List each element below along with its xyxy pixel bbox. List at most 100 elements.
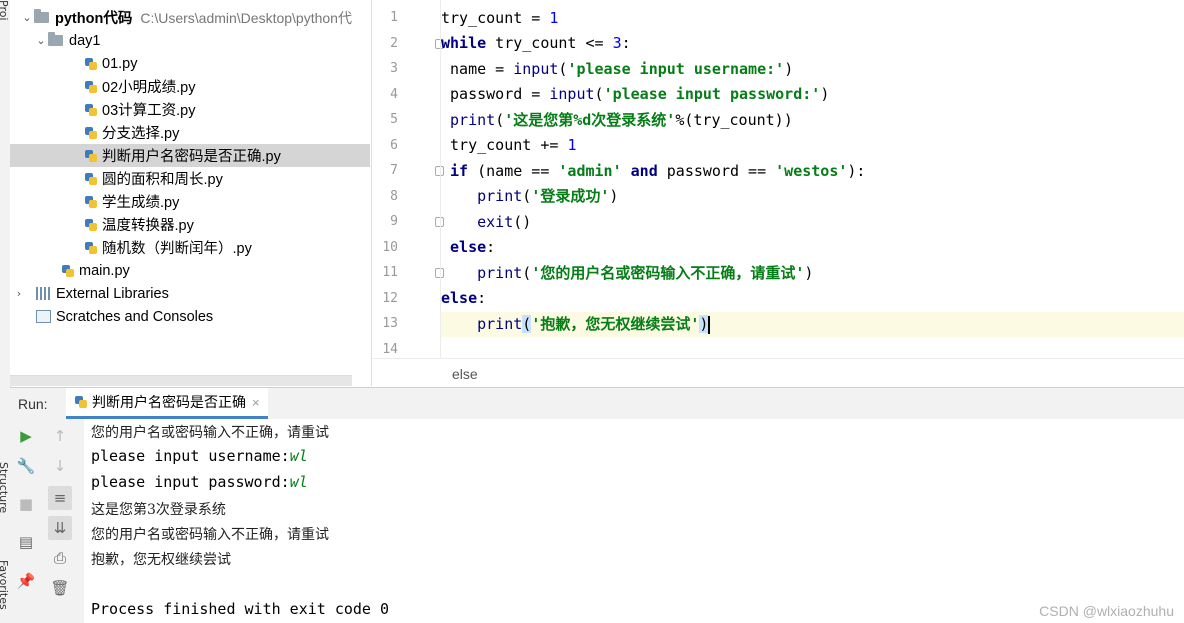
line-number: 3 bbox=[390, 61, 398, 76]
line-gutter: 1 2 3 4 5 6 7 8 9 10 11 12 13 14 bbox=[372, 0, 444, 358]
breadcrumb[interactable]: else bbox=[452, 366, 478, 382]
file-name: 学生成绩.py bbox=[102, 195, 180, 211]
tree-file[interactable]: 02小明成绩.py bbox=[10, 75, 370, 98]
code-area[interactable]: try_count = 1 while try_count <= 3: name… bbox=[441, 0, 1184, 358]
close-icon[interactable]: × bbox=[252, 395, 260, 410]
code-line: try_count = 1 bbox=[441, 9, 559, 27]
line-number: 2 bbox=[390, 36, 398, 51]
arrow-down-icon[interactable]: ↓ bbox=[48, 454, 72, 478]
code-line: password = input('please input password:… bbox=[441, 85, 830, 103]
tree-file[interactable]: 圆的面积和周长.py bbox=[10, 167, 370, 190]
folder-icon bbox=[48, 32, 63, 46]
stop-icon[interactable]: ■ bbox=[14, 492, 38, 516]
soft-wrap-icon[interactable]: ≡ bbox=[48, 486, 72, 510]
console-line: 您的用户名或密码输入不正确，请重试 bbox=[91, 425, 329, 441]
wrench-icon[interactable]: 🔧 bbox=[14, 454, 38, 478]
console-line: please input username:wl bbox=[91, 447, 308, 465]
process-finished-line: Process finished with exit code 0 bbox=[91, 600, 390, 618]
watermark: CSDN @wlxiaozhuhu bbox=[1039, 603, 1174, 619]
line-number: 4 bbox=[390, 87, 398, 102]
tree-file-selected[interactable]: 判断用户名密码是否正确.py bbox=[10, 144, 370, 167]
project-tool-tab[interactable]: Proj bbox=[0, 0, 10, 21]
chevron-right-icon[interactable]: › bbox=[12, 287, 26, 300]
code-line: if (name == 'admin' and password == 'wes… bbox=[450, 162, 866, 180]
tree-file[interactable]: 03计算工资.py bbox=[10, 98, 370, 121]
tree-scratches[interactable]: Scratches and Consoles bbox=[10, 305, 370, 328]
tree-root[interactable]: ⌄ python代码 C:\Users\admin\Desktop\python… bbox=[10, 6, 370, 29]
line-number: 7 bbox=[390, 163, 398, 178]
line-number: 10 bbox=[382, 240, 398, 255]
console-line: 您的用户名或密码输入不正确，请重试 bbox=[91, 527, 329, 543]
console-line: please input password:wl bbox=[91, 473, 308, 491]
line-number: 14 bbox=[382, 342, 398, 357]
code-line: while try_count <= 3: bbox=[441, 34, 631, 52]
scroll-to-end-icon[interactable]: ⇊ bbox=[48, 516, 72, 540]
trash-icon[interactable]: 🗑 bbox=[48, 576, 72, 600]
console-line: 抱歉，您无权继续尝试 bbox=[91, 552, 231, 568]
console-prompt: please input username: bbox=[91, 447, 290, 465]
project-tree: ⌄ python代码 C:\Users\admin\Desktop\python… bbox=[10, 0, 370, 386]
tree-external-libraries[interactable]: › External Libraries bbox=[10, 282, 370, 305]
console-user-input: wl bbox=[289, 473, 308, 491]
console-prompt: please input password: bbox=[91, 473, 290, 491]
favorites-tool-tab[interactable]: Favorites bbox=[0, 560, 10, 610]
tree-file-main[interactable]: main.py bbox=[10, 259, 370, 282]
python-file-icon bbox=[84, 241, 98, 255]
python-file-icon bbox=[61, 264, 75, 278]
python-file-icon bbox=[84, 103, 98, 117]
python-icon bbox=[74, 395, 88, 409]
breadcrumb-bar: else bbox=[372, 358, 1184, 387]
code-line: name = input('please input username:') bbox=[441, 60, 794, 78]
code-line: print('这是您第%d次登录系统'%(try_count)) bbox=[450, 111, 793, 129]
horizontal-scrollbar[interactable] bbox=[10, 375, 352, 386]
run-label: Run: bbox=[18, 396, 48, 412]
tree-file[interactable]: 随机数（判断闰年）.py bbox=[10, 236, 370, 259]
line-number: 11 bbox=[382, 265, 398, 280]
tree-folder-day1[interactable]: ⌄ day1 bbox=[10, 29, 370, 52]
structure-tool-tab[interactable]: Structure bbox=[0, 462, 10, 513]
tree-file[interactable]: 温度转换器.py bbox=[10, 213, 370, 236]
root-folder-name: python代码 bbox=[55, 11, 133, 27]
file-name: 03计算工资.py bbox=[102, 103, 196, 119]
tree-file[interactable]: 分支选择.py bbox=[10, 121, 370, 144]
file-name: main.py bbox=[79, 262, 130, 279]
code-line: else: bbox=[450, 238, 496, 256]
console-user-input: wl bbox=[289, 447, 308, 465]
line-number: 5 bbox=[390, 112, 398, 127]
python-file-icon bbox=[84, 126, 98, 140]
line-number: 6 bbox=[390, 138, 398, 153]
root-folder-path: C:\Users\admin\Desktop\python代 bbox=[140, 9, 352, 26]
rerun-icon[interactable]: ▶ bbox=[14, 424, 38, 448]
code-line: try_count += 1 bbox=[441, 136, 577, 154]
layout-icon[interactable]: ▤ bbox=[14, 530, 38, 554]
python-file-icon bbox=[84, 80, 98, 94]
code-editor[interactable]: 1 2 3 4 5 6 7 8 9 10 11 12 13 14 try_cou… bbox=[371, 0, 1184, 387]
tree-file[interactable]: 01.py bbox=[10, 52, 370, 75]
line-number: 1 bbox=[390, 10, 398, 25]
file-name: 温度转换器.py bbox=[102, 218, 194, 234]
arrow-up-icon[interactable]: ↑ bbox=[48, 424, 72, 448]
run-tab[interactable]: 判断用户名密码是否正确 × bbox=[66, 388, 268, 419]
code-line: exit() bbox=[477, 213, 532, 231]
code-line: print('登录成功') bbox=[477, 187, 619, 205]
run-panel-header: Run: 判断用户名密码是否正确 × bbox=[10, 387, 1184, 420]
line-number: 8 bbox=[390, 189, 398, 204]
file-name: 02小明成绩.py bbox=[102, 80, 196, 96]
folder-name: day1 bbox=[69, 32, 101, 49]
print-icon[interactable]: ⎙ bbox=[48, 546, 72, 570]
file-name: 随机数（判断闰年）.py bbox=[102, 241, 252, 257]
code-line: print('您的用户名或密码输入不正确，请重试') bbox=[477, 264, 814, 282]
file-name: 圆的面积和周长.py bbox=[102, 172, 223, 188]
chevron-down-icon[interactable]: ⌄ bbox=[20, 11, 34, 24]
python-file-icon bbox=[84, 195, 98, 209]
console-line: 这是您第3次登录系统 bbox=[91, 502, 226, 518]
console-output[interactable]: 您的用户名或密码输入不正确，请重试 please input username:… bbox=[84, 419, 1184, 623]
file-name: 判断用户名密码是否正确.py bbox=[102, 149, 281, 165]
file-name: 分支选择.py bbox=[102, 126, 180, 142]
python-file-icon bbox=[84, 172, 98, 186]
code-line-current: print('抱歉，您无权继续尝试') bbox=[441, 312, 1184, 337]
tree-file[interactable]: 学生成绩.py bbox=[10, 190, 370, 213]
pin-icon[interactable]: 📌 bbox=[14, 569, 38, 593]
chevron-down-icon[interactable]: ⌄ bbox=[34, 34, 48, 47]
python-file-icon bbox=[84, 149, 98, 163]
